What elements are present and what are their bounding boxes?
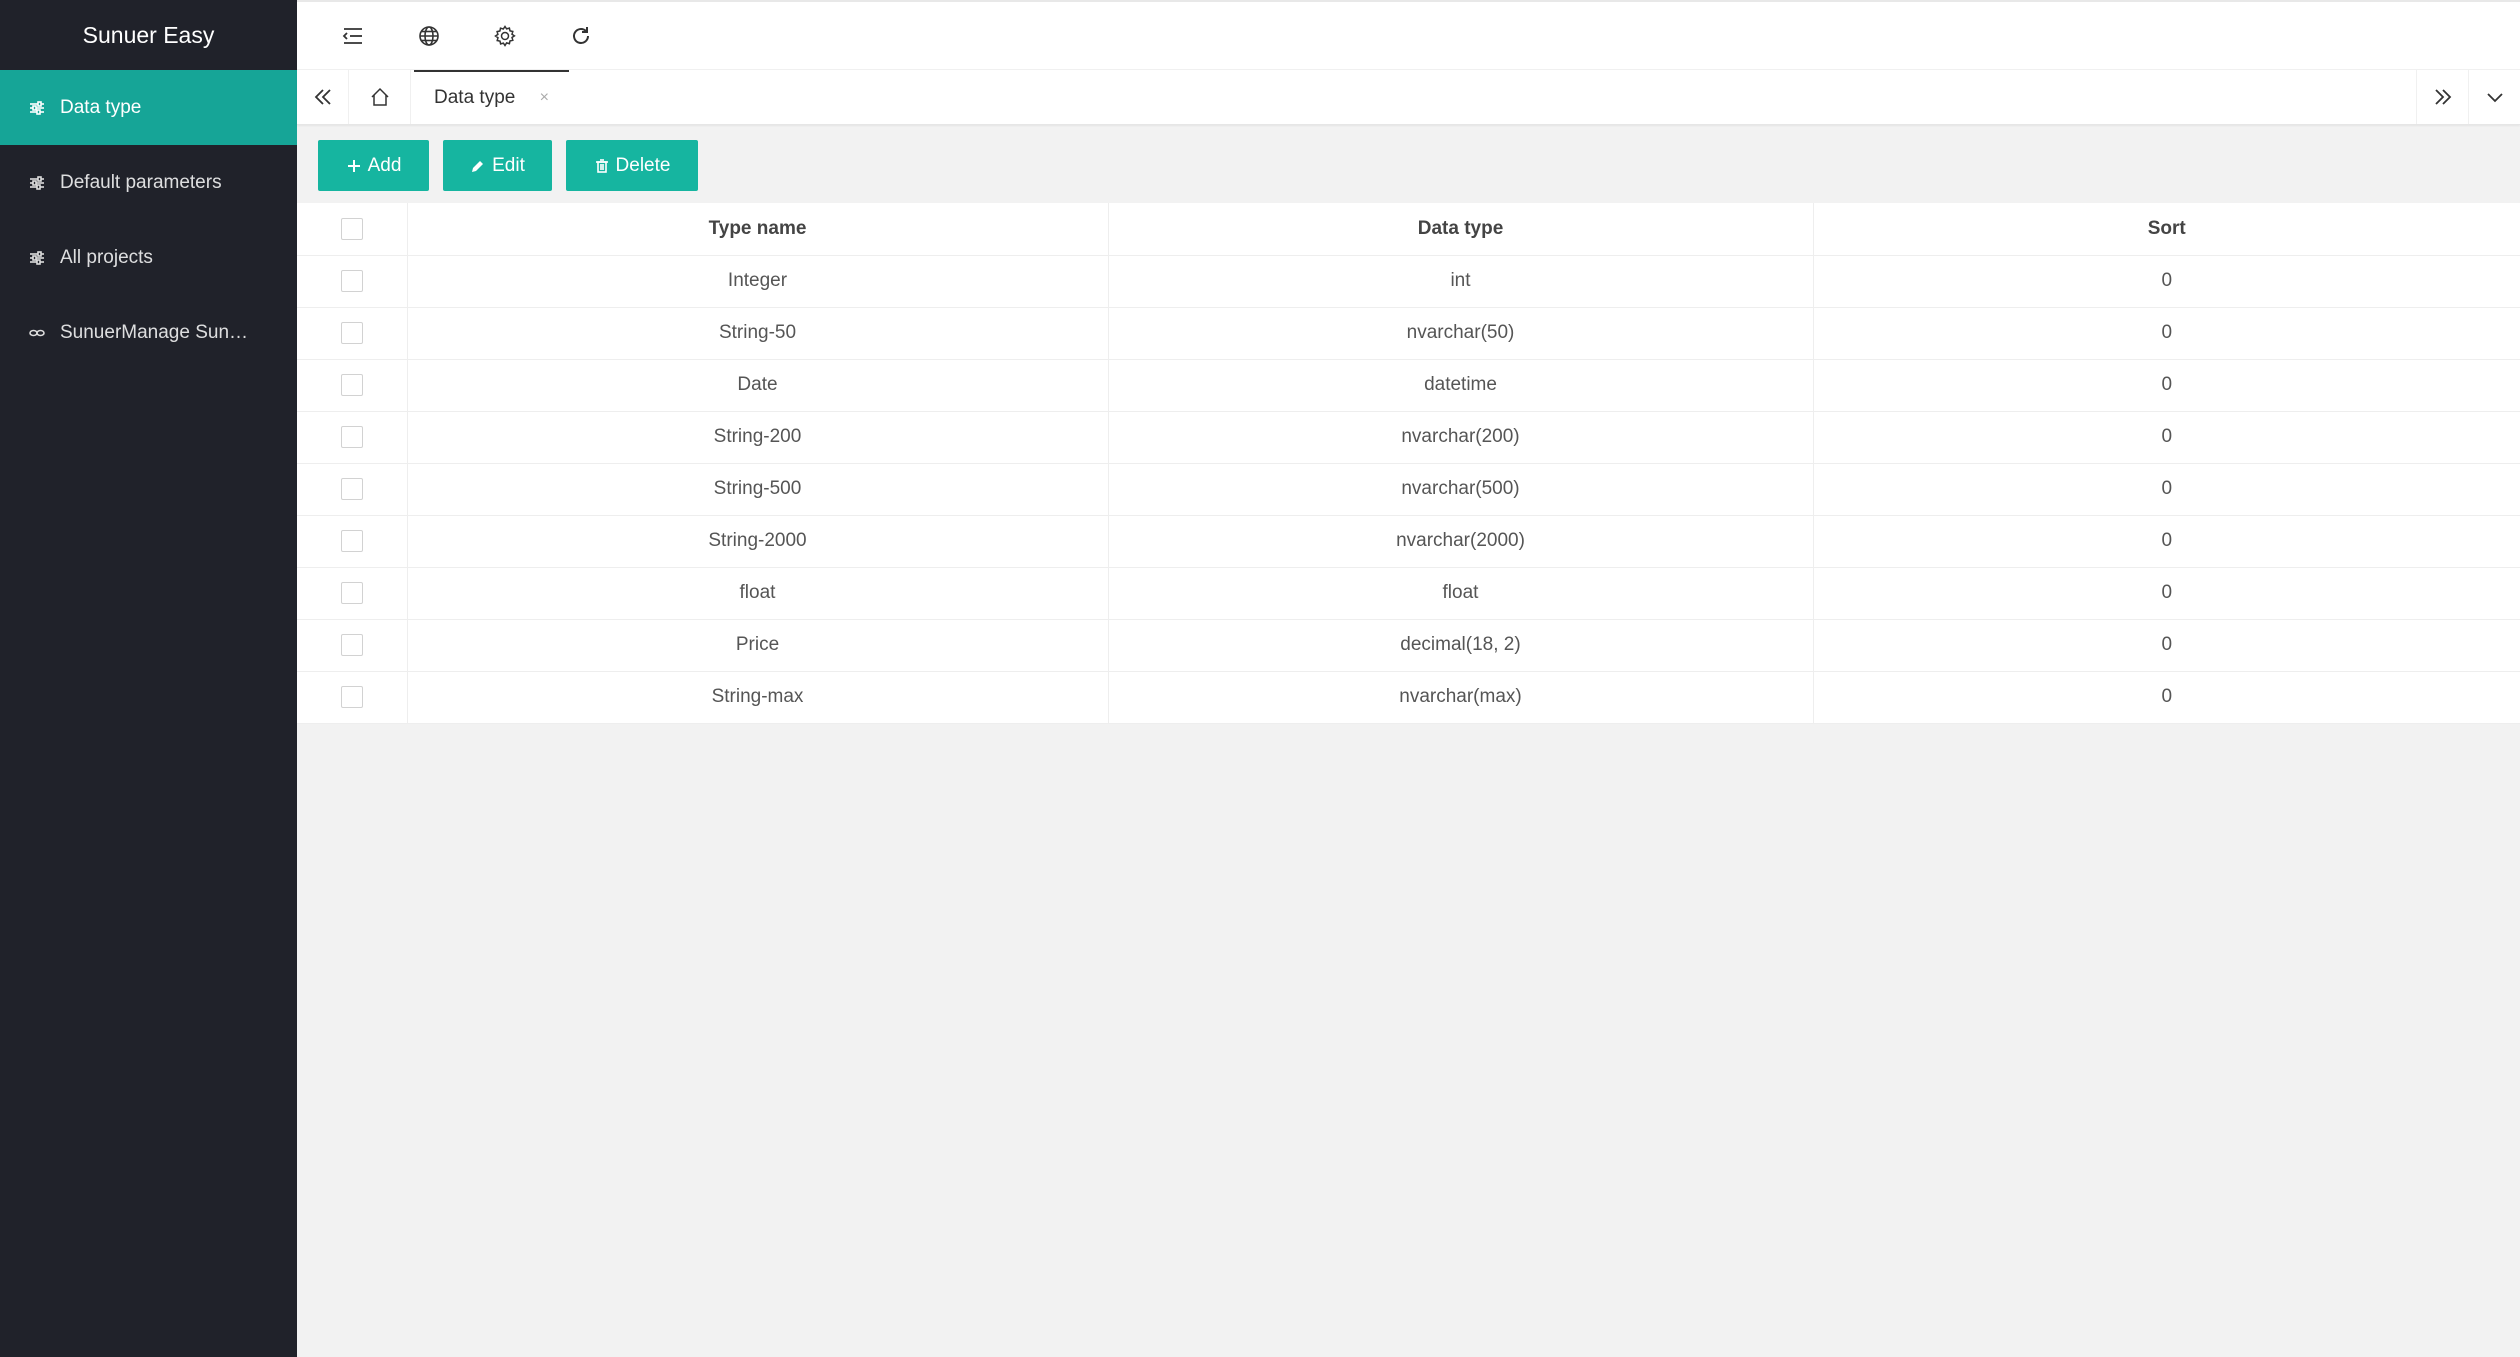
- tab-label: Data type: [434, 87, 516, 108]
- tabs-bar: Data type ×: [297, 70, 2520, 125]
- row-checkbox[interactable]: [340, 581, 363, 604]
- cell-sort: 0: [1813, 515, 2520, 568]
- cell-sort: 0: [1813, 359, 2520, 412]
- cell-type-name: Integer: [407, 255, 1109, 308]
- menu-collapse-icon[interactable]: [333, 16, 373, 56]
- row-checkbox[interactable]: [340, 477, 363, 500]
- data-type-table: Type name Data type Sort Integer int 0 S…: [297, 203, 2520, 724]
- table-row[interactable]: String-50 nvarchar(50) 0: [297, 307, 2520, 360]
- home-icon[interactable]: [349, 70, 411, 124]
- row-select-cell: [297, 359, 408, 412]
- globe-icon[interactable]: [409, 16, 449, 56]
- table-row[interactable]: String-500 nvarchar(500) 0: [297, 463, 2520, 516]
- cell-type-name: float: [407, 567, 1109, 620]
- top-header: [297, 0, 2520, 70]
- toolbar: Add Edit Delete: [318, 140, 698, 191]
- row-select-cell: [297, 671, 408, 724]
- row-select-cell: [297, 515, 408, 568]
- cell-type-name: Price: [407, 619, 1109, 672]
- row-select-cell: [297, 411, 408, 464]
- row-checkbox[interactable]: [340, 425, 363, 448]
- sidebar-item-label: SunuerManage Sun…: [60, 321, 249, 343]
- cell-data-type: nvarchar(2000): [1108, 515, 1814, 568]
- cell-type-name: String-2000: [407, 515, 1109, 568]
- sliders-icon: [28, 99, 46, 117]
- app-logo[interactable]: Sunuer Easy: [0, 0, 297, 70]
- table-row[interactable]: Price decimal(18, 2) 0: [297, 619, 2520, 672]
- row-checkbox[interactable]: [340, 633, 363, 656]
- sidebar-item-data-type[interactable]: Data type: [0, 70, 297, 145]
- chevron-down-icon[interactable]: [2468, 70, 2520, 124]
- add-button-label: Add: [367, 154, 402, 176]
- sidebar-item-sunuermanage[interactable]: SunuerManage Sun…: [0, 295, 297, 370]
- table-row[interactable]: Integer int 0: [297, 255, 2520, 308]
- select-all-checkbox[interactable]: [340, 217, 363, 240]
- row-checkbox[interactable]: [340, 269, 363, 292]
- sliders-icon: [28, 174, 46, 192]
- sidebar-item-label: Default parameters: [60, 171, 222, 193]
- tabs-scroll-right-icon[interactable]: [2416, 70, 2468, 124]
- cell-sort: 0: [1813, 619, 2520, 672]
- row-checkbox[interactable]: [340, 373, 363, 396]
- row-checkbox[interactable]: [340, 685, 363, 708]
- table-header-row: Type name Data type Sort: [297, 203, 2520, 256]
- sidebar-item-all-projects[interactable]: All projects: [0, 220, 297, 295]
- plus-icon: [346, 158, 362, 174]
- cell-sort: 0: [1813, 567, 2520, 620]
- delete-button[interactable]: Delete: [566, 140, 698, 191]
- table-row[interactable]: String-2000 nvarchar(2000) 0: [297, 515, 2520, 568]
- cell-data-type: float: [1108, 567, 1814, 620]
- table-row[interactable]: float float 0: [297, 567, 2520, 620]
- cell-data-type: nvarchar(50): [1108, 307, 1814, 360]
- sidebar-item-label: All projects: [60, 246, 153, 268]
- cell-type-name: String-max: [407, 671, 1109, 724]
- gear-icon[interactable]: [485, 16, 525, 56]
- refresh-icon[interactable]: [561, 16, 601, 56]
- row-checkbox[interactable]: [340, 529, 363, 552]
- row-select-cell: [297, 255, 408, 308]
- sidebar-item-label: Data type: [60, 96, 142, 118]
- cell-data-type: datetime: [1108, 359, 1814, 412]
- cell-data-type: int: [1108, 255, 1814, 308]
- row-select-cell: [297, 619, 408, 672]
- sidebar-item-default-parameters[interactable]: Default parameters: [0, 145, 297, 220]
- sliders-icon: [28, 249, 46, 267]
- add-button[interactable]: Add: [318, 140, 429, 191]
- column-header-sort[interactable]: Sort: [1813, 203, 2520, 256]
- edit-button-label: Edit: [492, 154, 525, 176]
- tabs-scroll-left-icon[interactable]: [297, 70, 349, 124]
- cell-sort: 0: [1813, 463, 2520, 516]
- pencil-icon: [470, 158, 486, 174]
- link-icon: [28, 324, 46, 342]
- row-select-cell: [297, 307, 408, 360]
- trash-icon: [594, 158, 610, 174]
- cell-sort: 0: [1813, 411, 2520, 464]
- cell-type-name: String-500: [407, 463, 1109, 516]
- row-checkbox[interactable]: [340, 321, 363, 344]
- table-row[interactable]: Date datetime 0: [297, 359, 2520, 412]
- cell-type-name: Date: [407, 359, 1109, 412]
- cell-sort: 0: [1813, 671, 2520, 724]
- cell-data-type: nvarchar(200): [1108, 411, 1814, 464]
- cell-type-name: String-50: [407, 307, 1109, 360]
- table-row[interactable]: String-max nvarchar(max) 0: [297, 671, 2520, 724]
- tab-data-type[interactable]: Data type ×: [414, 70, 569, 124]
- cell-sort: 0: [1813, 307, 2520, 360]
- table-row[interactable]: String-200 nvarchar(200) 0: [297, 411, 2520, 464]
- edit-button[interactable]: Edit: [443, 140, 552, 191]
- cell-data-type: nvarchar(max): [1108, 671, 1814, 724]
- cell-type-name: String-200: [407, 411, 1109, 464]
- column-header-type-name[interactable]: Type name: [407, 203, 1109, 256]
- cell-data-type: nvarchar(500): [1108, 463, 1814, 516]
- row-select-cell: [297, 567, 408, 620]
- column-header-data-type[interactable]: Data type: [1108, 203, 1814, 256]
- sidebar: Sunuer Easy Data type Default parameters…: [0, 0, 297, 1357]
- delete-button-label: Delete: [615, 154, 671, 176]
- cell-sort: 0: [1813, 255, 2520, 308]
- row-select-cell: [297, 463, 408, 516]
- close-icon[interactable]: ×: [540, 89, 549, 107]
- cell-data-type: decimal(18, 2): [1108, 619, 1814, 672]
- select-all-cell: [297, 203, 408, 256]
